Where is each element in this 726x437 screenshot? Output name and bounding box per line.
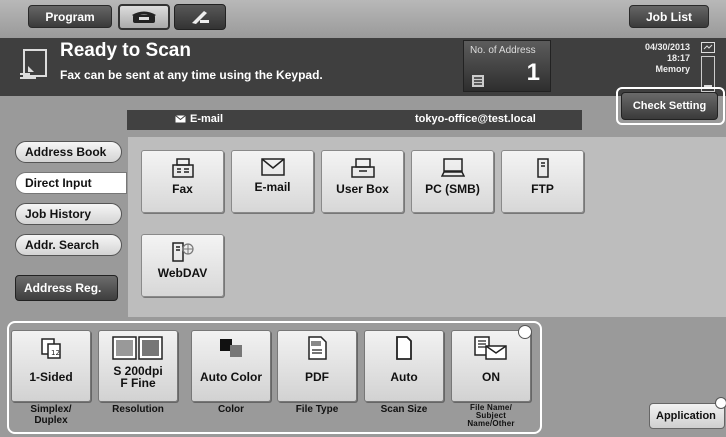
file-name-value: ON <box>482 370 500 384</box>
destination-type: E-mail <box>175 113 223 125</box>
status-title: Ready to Scan <box>60 40 191 61</box>
simplex-duplex-button[interactable]: 12 1-Sided <box>11 330 91 402</box>
resolution-value: S 200dpi F Fine <box>113 365 162 389</box>
status-subtitle: Fax can be sent at any time using the Ke… <box>60 68 323 82</box>
tile-email-label: E-mail <box>254 180 291 194</box>
fax-line-icon <box>192 11 209 24</box>
tile-pc-smb[interactable]: PC (SMB) <box>411 150 494 213</box>
scan-size-button[interactable]: Auto <box>364 330 444 402</box>
tile-ftp[interactable]: FTP <box>501 150 584 213</box>
fax-icon <box>171 158 194 178</box>
color-mode-icon <box>220 339 242 357</box>
file-type-label: File Type <box>295 404 339 415</box>
tile-pc-smb-label: PC (SMB) <box>425 182 480 196</box>
application-button[interactable]: Application <box>649 403 725 429</box>
destination-strip: E-mail tokyo-office@test.local <box>127 110 582 130</box>
pdf-file-icon <box>308 336 327 360</box>
tile-user-box-label: User Box <box>336 182 389 196</box>
tile-ftp-label: FTP <box>531 182 554 196</box>
simplex-value: 1-Sided <box>29 370 73 384</box>
tile-email[interactable]: E-mail <box>231 150 314 213</box>
file-type-button[interactable]: PDF <box>277 330 357 402</box>
page-size-icon <box>396 336 412 360</box>
resolution-label: Resolution <box>112 404 164 415</box>
tile-webdav[interactable]: WebDAV <box>141 234 224 297</box>
scan-screen: Program Job List Ready to Scan Fax can b… <box>0 0 726 437</box>
envelope-icon <box>260 158 285 176</box>
resolution-button[interactable]: S 200dpi F Fine <box>98 330 178 402</box>
phone-icon <box>132 11 156 23</box>
scan-size-value: Auto <box>390 370 418 384</box>
address-count-label: No. of Address <box>470 45 536 56</box>
single-sided-icon: 12 <box>41 338 61 359</box>
application-indicator-dot <box>715 397 726 409</box>
nav-job-history[interactable]: Job History <box>15 203 122 225</box>
svg-text:12: 12 <box>51 349 60 357</box>
nav-addr-search[interactable]: Addr. Search <box>15 234 122 256</box>
check-setting-button[interactable]: Check Setting <box>621 92 718 120</box>
color-button[interactable]: Auto Color <box>191 330 271 402</box>
tile-fax-label: Fax <box>172 182 193 196</box>
memory-card-icon <box>701 42 715 53</box>
line-mode-button[interactable] <box>174 4 226 30</box>
memory-label: Memory <box>655 64 690 74</box>
file-type-value: PDF <box>305 370 329 384</box>
destination-address: tokyo-office@test.local <box>415 113 536 125</box>
settings-indicator-dot <box>518 325 532 339</box>
simplex-label-line-1: Simplex/ <box>30 404 72 415</box>
file-name-envelope-icon <box>474 336 507 360</box>
date-time-display: 04/30/2013 18:17 Memory <box>618 42 690 75</box>
job-list-button[interactable]: Job List <box>629 5 709 28</box>
time-text: 18:17 <box>666 53 690 63</box>
address-count-box: No. of Address 1 <box>463 40 551 92</box>
color-label: Color <box>217 404 245 415</box>
color-value: Auto Color <box>200 370 262 384</box>
address-count: 1 <box>526 59 540 86</box>
destination-type-label: E-mail <box>190 113 224 125</box>
tile-fax[interactable]: Fax <box>141 150 224 213</box>
resolution-value-line-2: F Fine <box>120 376 156 390</box>
date-text: 04/30/2013 <box>644 42 690 52</box>
computer-icon <box>440 158 465 177</box>
mode-toggle-group <box>118 4 226 30</box>
simplex-label-line-2: Duplex <box>34 415 68 426</box>
nav-direct-input[interactable]: Direct Input <box>15 172 127 194</box>
webdav-server-icon <box>171 242 194 262</box>
file-name-label: File Name/ Subject Name/Other <box>451 404 531 428</box>
address-reg-button[interactable]: Address Reg. <box>15 275 118 301</box>
file-name-button[interactable]: ON <box>451 330 531 402</box>
simplex-label: Simplex/ Duplex <box>11 404 91 426</box>
phone-mode-button[interactable] <box>118 4 170 30</box>
scan-size-label: Scan Size <box>380 404 428 415</box>
tile-user-box[interactable]: User Box <box>321 150 404 213</box>
status-banner: Ready to Scan Fax can be sent at any tim… <box>0 38 726 96</box>
resolution-fine-icon <box>112 336 163 360</box>
address-list-icon <box>472 75 484 87</box>
server-icon <box>536 158 549 178</box>
user-box-icon <box>350 158 375 178</box>
file-name-label-line-3: Name/Other <box>467 419 515 428</box>
program-button[interactable]: Program <box>28 5 112 28</box>
envelope-icon <box>175 115 186 123</box>
tile-webdav-label: WebDAV <box>157 266 208 280</box>
scan-document-icon <box>20 49 47 79</box>
nav-address-book[interactable]: Address Book <box>15 141 122 163</box>
